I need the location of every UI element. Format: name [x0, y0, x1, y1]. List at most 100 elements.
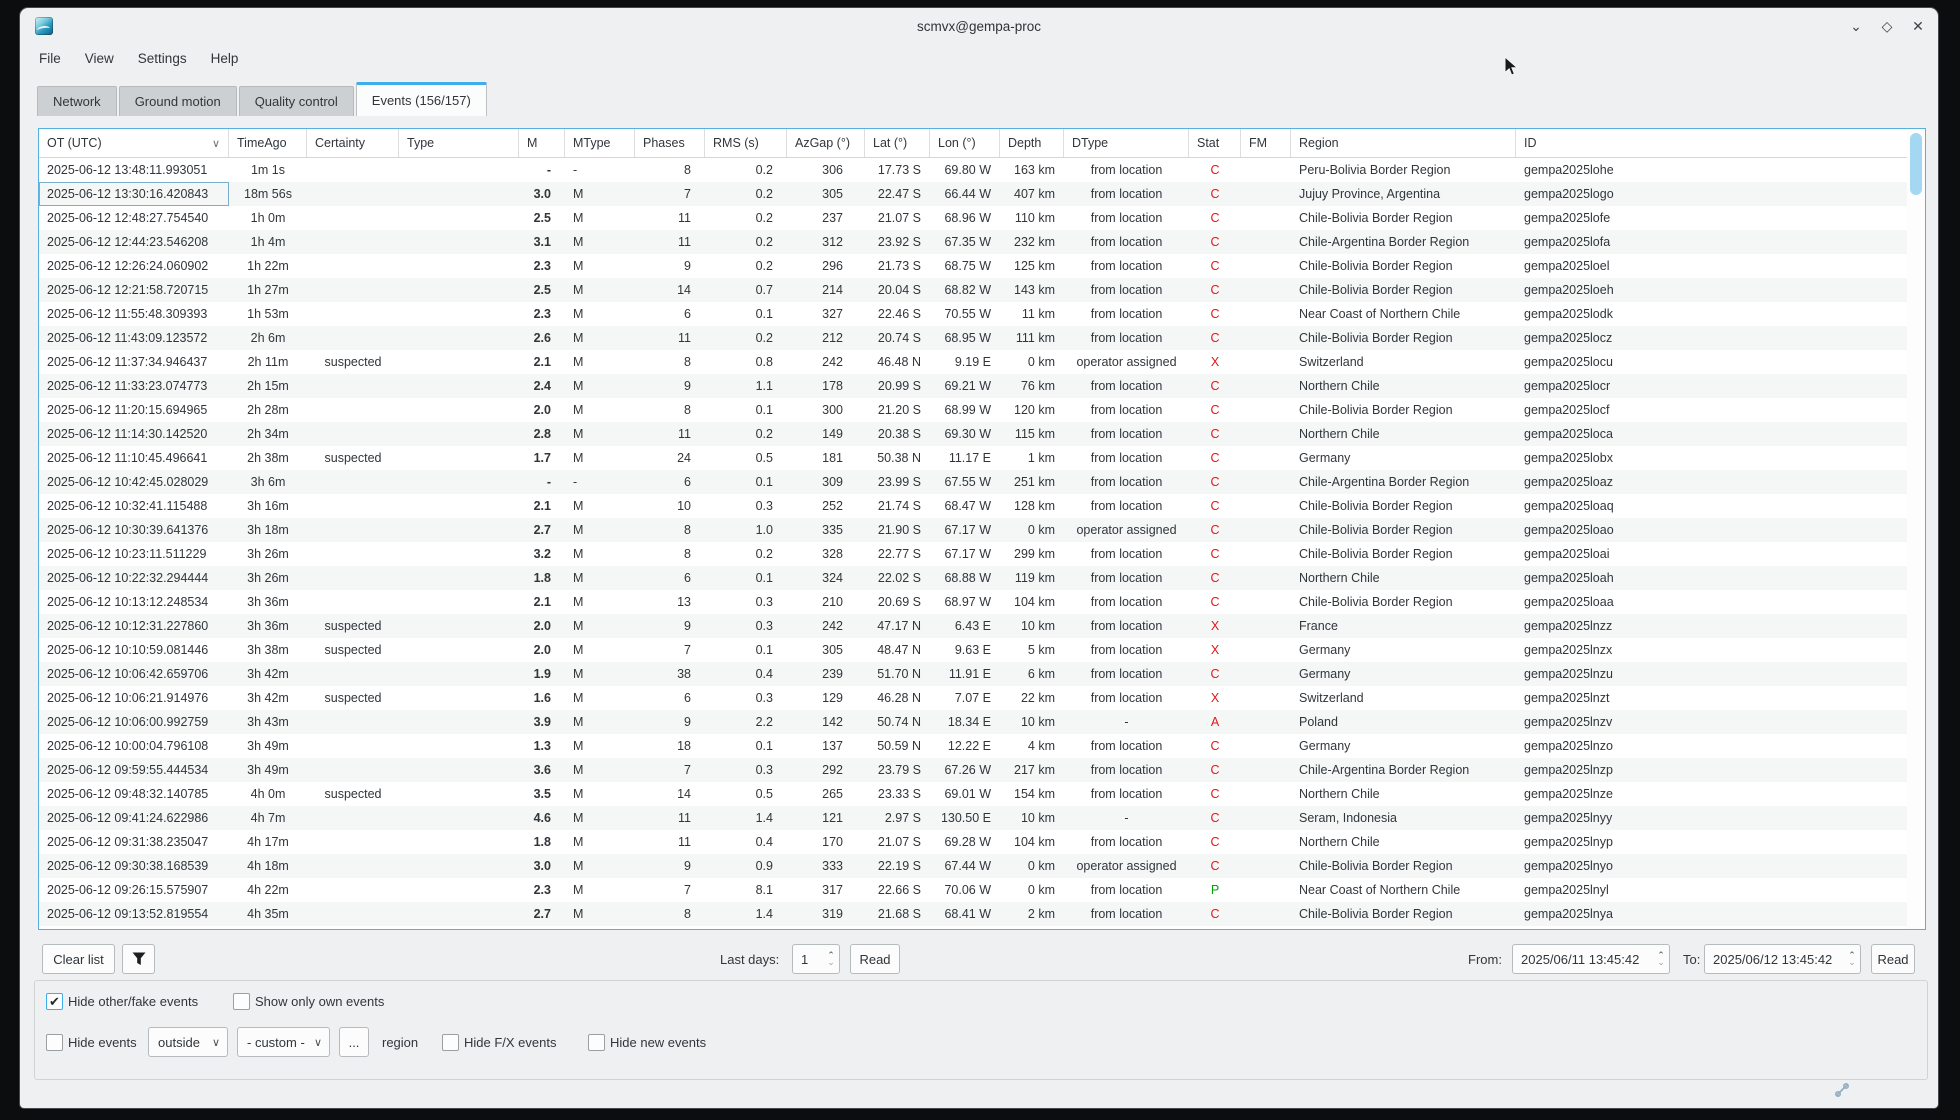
table-row[interactable]: 2025-06-12 09:13:52.8195544h 35m2.7M81.4…: [39, 902, 1907, 926]
cell-lat: 22.46 S: [865, 302, 930, 326]
column-header-stat[interactable]: Stat: [1189, 129, 1241, 157]
table-row[interactable]: 2025-06-12 11:14:30.1425202h 34m2.8M110.…: [39, 422, 1907, 446]
to-spin-arrows[interactable]: ⌃⌄: [1844, 952, 1860, 966]
table-row[interactable]: 2025-06-12 10:32:41.1154883h 16m2.1M100.…: [39, 494, 1907, 518]
table-row[interactable]: 2025-06-12 09:31:38.2350474h 17m1.8M110.…: [39, 830, 1907, 854]
column-header-fm[interactable]: FM: [1241, 129, 1291, 157]
cell-dtype: from location: [1064, 902, 1189, 926]
last-days-value[interactable]: 1: [793, 952, 823, 967]
menu-file[interactable]: File: [28, 48, 72, 69]
hide-fx-checkbox[interactable]: [442, 1034, 459, 1051]
table-row[interactable]: 2025-06-12 11:20:15.6949652h 28m2.0M80.1…: [39, 398, 1907, 422]
table-row[interactable]: 2025-06-12 10:06:21.9149763h 42msuspecte…: [39, 686, 1907, 710]
table-row[interactable]: 2025-06-12 10:10:59.0814463h 38msuspecte…: [39, 638, 1907, 662]
column-header-lat[interactable]: Lat (°): [865, 129, 930, 157]
table-row[interactable]: 2025-06-12 12:21:58.7207151h 27m2.5M140.…: [39, 278, 1907, 302]
table-row[interactable]: 2025-06-12 09:30:38.1685394h 18m3.0M90.9…: [39, 854, 1907, 878]
from-datetime-value[interactable]: 2025/06/11 13:45:42: [1513, 952, 1653, 967]
from-datetime-field[interactable]: 2025/06/11 13:45:42 ⌃⌄: [1512, 944, 1670, 974]
table-row[interactable]: 2025-06-12 10:06:42.6597063h 42m1.9M380.…: [39, 662, 1907, 686]
table-row[interactable]: 2025-06-12 11:33:23.0747732h 15m2.4M91.1…: [39, 374, 1907, 398]
cell-stat: C: [1189, 422, 1241, 446]
table-row[interactable]: 2025-06-12 10:12:31.2278603h 36msuspecte…: [39, 614, 1907, 638]
clear-list-button[interactable]: Clear list: [42, 944, 115, 974]
table-row[interactable]: 2025-06-12 10:13:12.2485343h 36m2.1M130.…: [39, 590, 1907, 614]
cell-mtype: M: [565, 686, 635, 710]
table-row[interactable]: 2025-06-12 10:23:11.5112293h 26m3.2M80.2…: [39, 542, 1907, 566]
column-header-dtype[interactable]: DType: [1064, 129, 1189, 157]
tab-ground-motion[interactable]: Ground motion: [119, 86, 237, 116]
region-select[interactable]: - custom - ∨: [237, 1027, 330, 1057]
spin-down-icon[interactable]: ⌄: [1848, 959, 1856, 966]
from-spin-arrows[interactable]: ⌃⌄: [1653, 952, 1669, 966]
outside-select[interactable]: outside ∨: [148, 1027, 228, 1057]
table-row[interactable]: 2025-06-12 12:44:23.5462081h 4m3.1M110.2…: [39, 230, 1907, 254]
cell-fm: [1241, 398, 1291, 422]
to-datetime-value[interactable]: 2025/06/12 13:45:42: [1705, 952, 1844, 967]
column-header-lon[interactable]: Lon (°): [930, 129, 1000, 157]
menu-help[interactable]: Help: [200, 48, 250, 69]
table-row[interactable]: 2025-06-12 11:43:09.1235722h 6m2.6M110.2…: [39, 326, 1907, 350]
table-row[interactable]: 2025-06-12 10:22:32.2944443h 26m1.8M60.1…: [39, 566, 1907, 590]
table-row[interactable]: 2025-06-12 11:10:45.4966412h 38msuspecte…: [39, 446, 1907, 470]
column-header-type[interactable]: Type: [399, 129, 519, 157]
to-datetime-field[interactable]: 2025/06/12 13:45:42 ⌃⌄: [1704, 944, 1861, 974]
column-header-ot[interactable]: OT (UTC)∨: [39, 129, 229, 157]
show-only-own-checkbox[interactable]: [233, 993, 250, 1010]
region-more-button[interactable]: ...: [339, 1027, 369, 1057]
scrollbar-thumb[interactable]: [1910, 133, 1922, 195]
cell-timeago: 3h 36m: [229, 614, 307, 638]
cell-id: gempa2025loeh: [1516, 278, 1907, 302]
column-header-m[interactable]: M: [519, 129, 565, 157]
table-row[interactable]: 2025-06-12 09:26:15.5759074h 22m2.3M78.1…: [39, 878, 1907, 902]
spin-down-icon[interactable]: ⌄: [1657, 959, 1665, 966]
tab-quality-control[interactable]: Quality control: [239, 86, 354, 116]
read-range-button[interactable]: Read: [1871, 944, 1915, 974]
cell-lon: 70.06 W: [930, 878, 1000, 902]
table-row[interactable]: 2025-06-12 13:30:16.42084318m 56s3.0M70.…: [39, 182, 1907, 206]
spinbox-arrows[interactable]: ⌃⌄: [823, 952, 839, 966]
cell-type: [399, 494, 519, 518]
table-row[interactable]: 2025-06-12 12:48:27.7545401h 0m2.5M110.2…: [39, 206, 1907, 230]
filter-button[interactable]: [122, 944, 155, 974]
column-header-region[interactable]: Region: [1291, 129, 1516, 157]
column-header-certainty[interactable]: Certainty: [307, 129, 399, 157]
column-header-rms[interactable]: RMS (s): [705, 129, 787, 157]
table-row[interactable]: 2025-06-12 09:48:32.1407854h 0msuspected…: [39, 782, 1907, 806]
column-header-mtype[interactable]: MType: [565, 129, 635, 157]
close-button[interactable]: ✕: [1910, 18, 1926, 34]
spin-down-icon[interactable]: ⌄: [827, 959, 835, 966]
table-row[interactable]: 2025-06-12 13:48:11.9930511m 1s--80.2306…: [39, 158, 1907, 182]
menu-settings[interactable]: Settings: [127, 48, 198, 69]
hide-other-fake-checkbox[interactable]: ✔: [46, 993, 63, 1010]
table-row[interactable]: 2025-06-12 10:00:04.7961083h 49m1.3M180.…: [39, 734, 1907, 758]
tab-events[interactable]: Events (156/157): [356, 82, 487, 116]
last-days-spinbox[interactable]: 1 ⌃⌄: [792, 944, 840, 974]
column-header-timeago[interactable]: TimeAgo: [229, 129, 307, 157]
table-row[interactable]: 2025-06-12 11:55:48.3093931h 53m2.3M60.1…: [39, 302, 1907, 326]
title-bar[interactable]: scmvx@gempa-proc ⌄◇✕: [20, 8, 1938, 44]
hide-new-checkbox[interactable]: [588, 1034, 605, 1051]
tab-network[interactable]: Network: [37, 86, 117, 116]
table-row[interactable]: 2025-06-12 12:26:24.0609021h 22m2.3M90.2…: [39, 254, 1907, 278]
hide-events-checkbox[interactable]: [46, 1034, 63, 1051]
cell-m: 3.9: [519, 710, 565, 734]
table-row[interactable]: 2025-06-12 10:30:39.6413763h 18m2.7M81.0…: [39, 518, 1907, 542]
menu-view[interactable]: View: [74, 48, 125, 69]
column-header-azgap[interactable]: AzGap (°): [787, 129, 865, 157]
cell-certainty: [307, 302, 399, 326]
table-row[interactable]: 2025-06-12 09:41:24.6229864h 7m4.6M111.4…: [39, 806, 1907, 830]
column-header-id[interactable]: ID: [1516, 129, 1907, 157]
vertical-scrollbar[interactable]: [1907, 129, 1925, 929]
maximize-button[interactable]: ◇: [1879, 18, 1895, 34]
cell-mtype: M: [565, 542, 635, 566]
column-header-depth[interactable]: Depth: [1000, 129, 1064, 157]
table-row[interactable]: 2025-06-12 11:37:34.9464372h 11msuspecte…: [39, 350, 1907, 374]
column-header-phases[interactable]: Phases: [635, 129, 705, 157]
table-row[interactable]: 2025-06-12 09:59:55.4445343h 49m3.6M70.3…: [39, 758, 1907, 782]
cell-m: 3.2: [519, 542, 565, 566]
table-row[interactable]: 2025-06-12 10:06:00.9927593h 43m3.9M92.2…: [39, 710, 1907, 734]
table-row[interactable]: 2025-06-12 10:42:45.0280293h 6m--60.1309…: [39, 470, 1907, 494]
minimize-button[interactable]: ⌄: [1848, 18, 1864, 34]
read-last-days-button[interactable]: Read: [850, 944, 900, 974]
